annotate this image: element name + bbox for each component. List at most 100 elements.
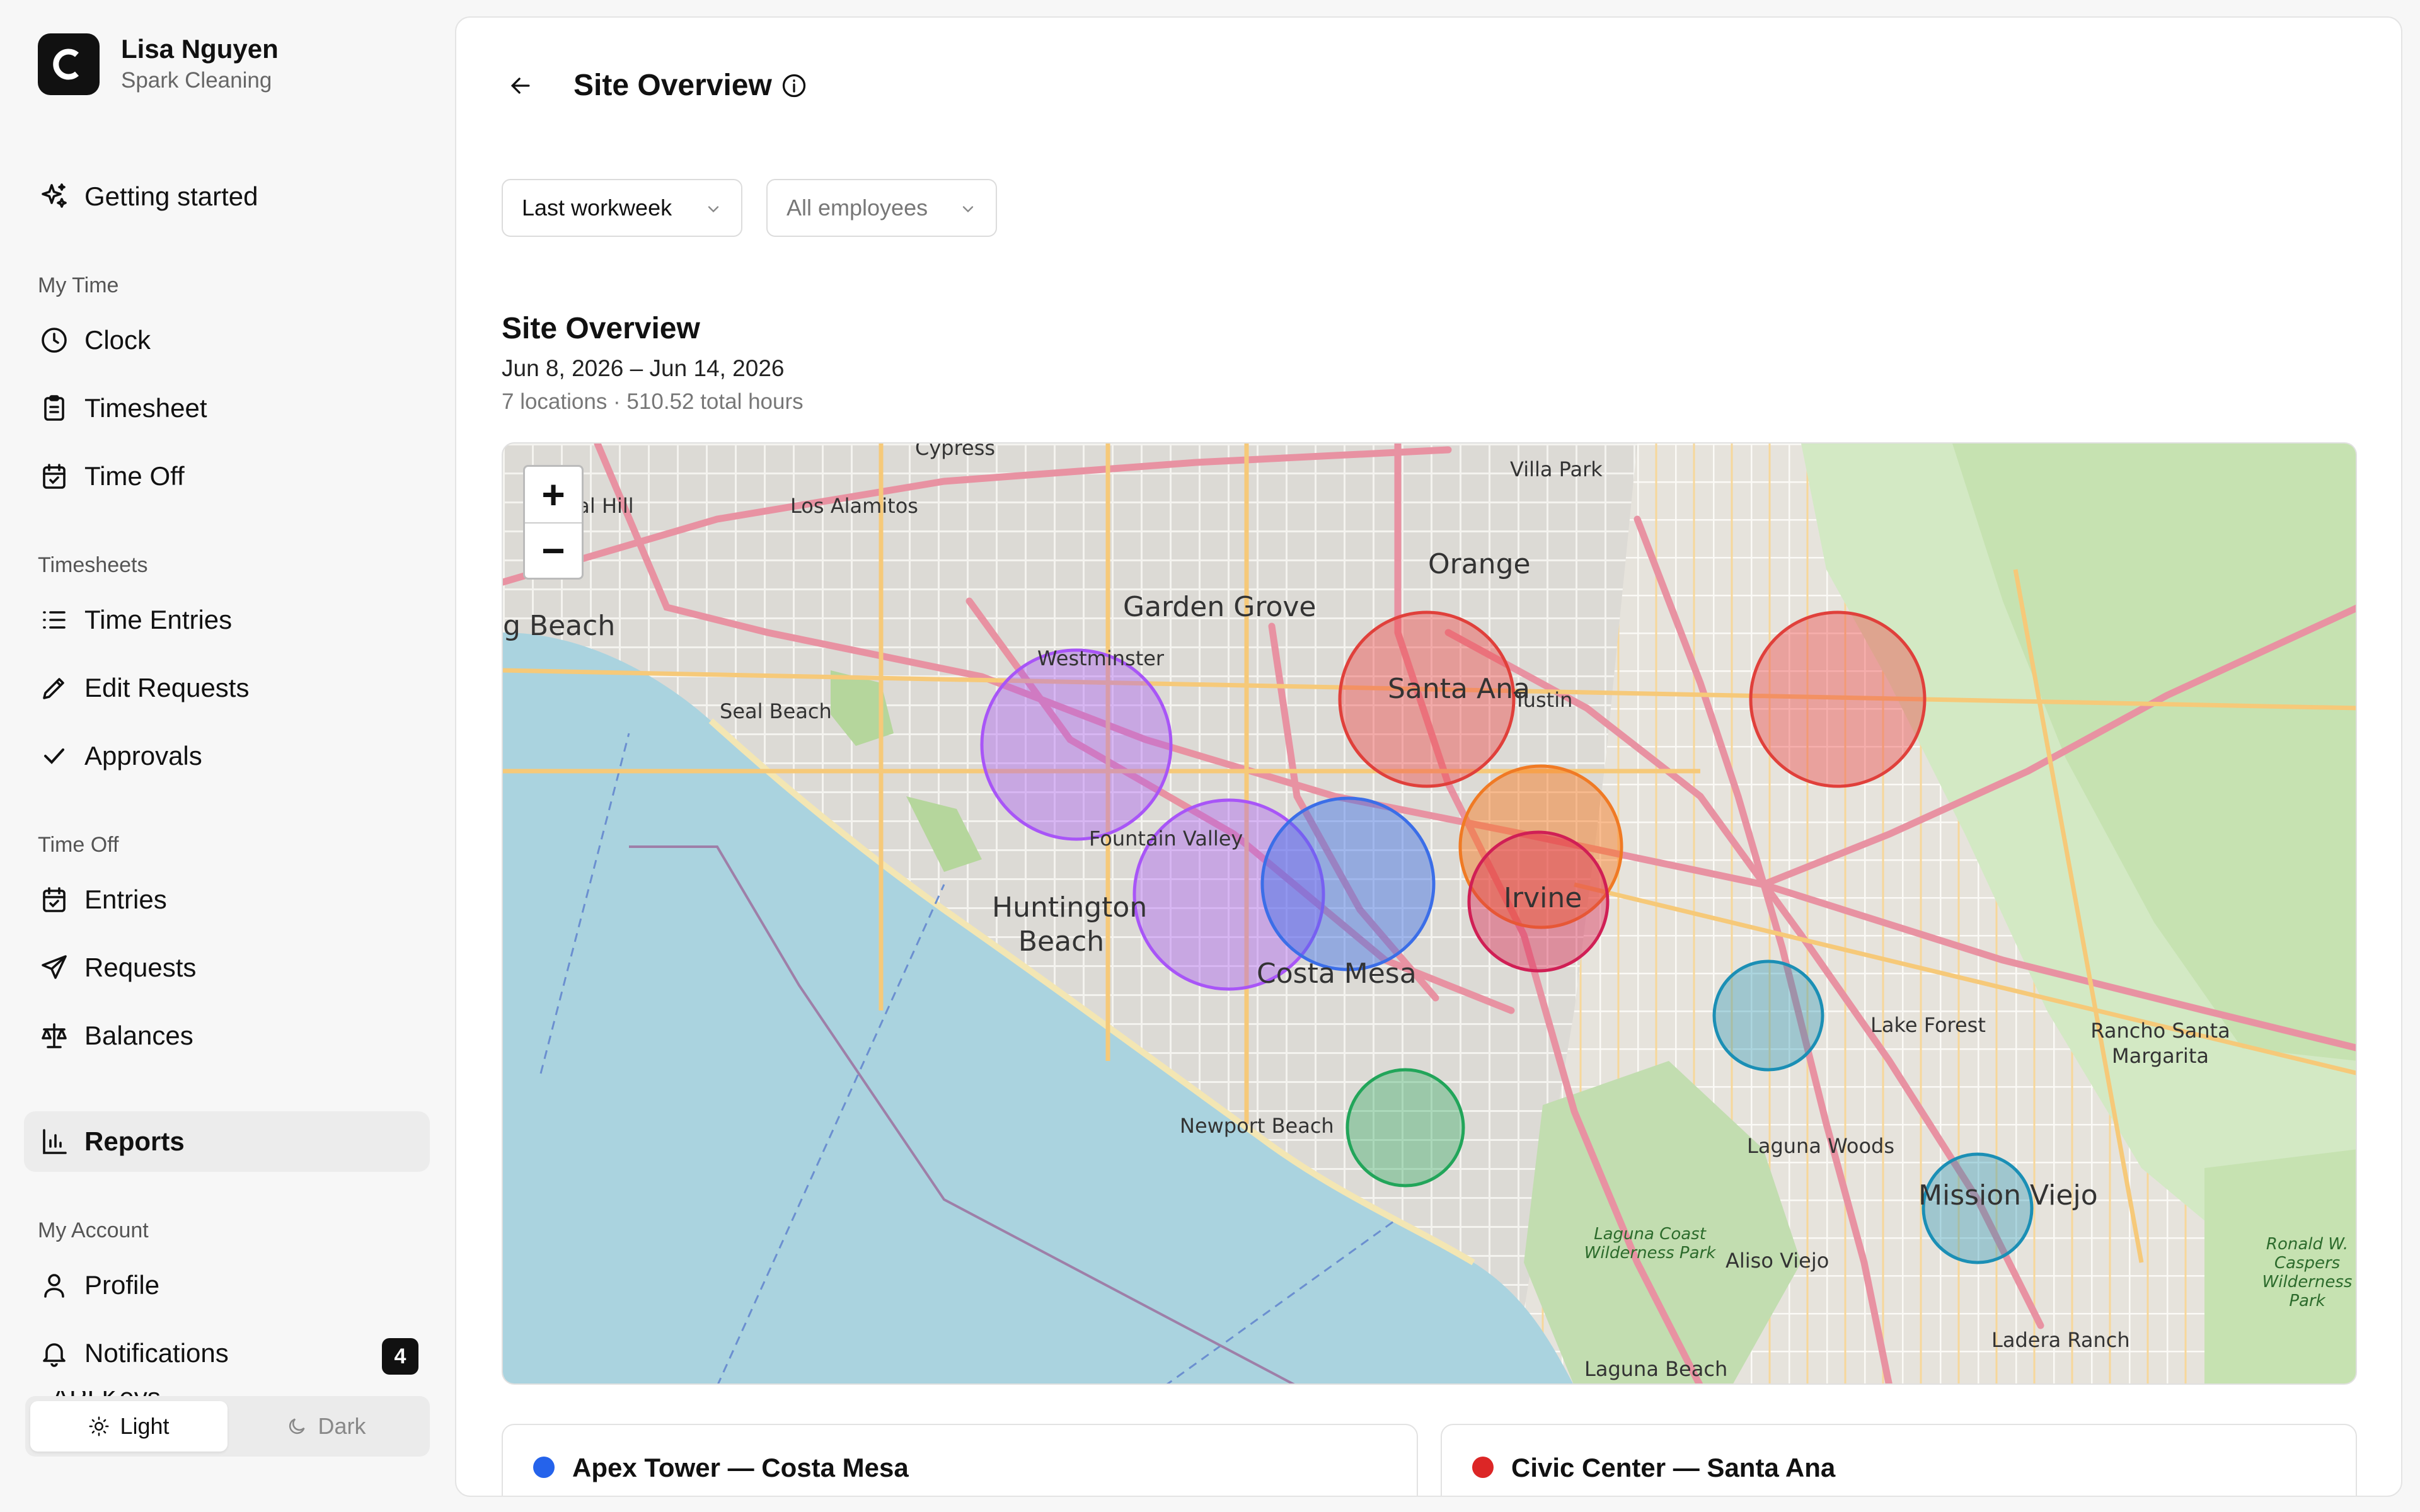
send-icon <box>38 951 71 984</box>
map-label-seal-beach: Seal Beach <box>720 699 832 723</box>
list-icon <box>38 604 71 636</box>
location-card[interactable]: Apex Tower — Costa Mesa <box>502 1424 1418 1496</box>
map-label-laguna-woods: Laguna Woods <box>1747 1134 1894 1158</box>
nav-label: Approvals <box>84 741 202 770</box>
user-name: Lisa Nguyen <box>121 34 279 64</box>
nav-reports[interactable]: Reports <box>24 1111 430 1172</box>
map-label-irvine: Irvine <box>1504 882 1582 914</box>
nav-label: Balances <box>84 1021 193 1050</box>
map-label-ronald-park: Ronald W. Caspers Wilderness Park <box>2262 1235 2353 1310</box>
nav-time-off-requests[interactable]: Requests <box>24 937 430 998</box>
nav-notifications[interactable]: Notifications 4 <box>24 1323 430 1383</box>
bell-icon <box>38 1337 71 1370</box>
scale-icon <box>38 1019 71 1052</box>
org-switcher[interactable]: Lisa Nguyen Spark Cleaning <box>38 33 279 96</box>
location-color-dot <box>533 1457 555 1478</box>
nav-label: Timesheet <box>84 393 207 423</box>
map-label-aliso-viejo: Aliso Viejo <box>1726 1249 1829 1273</box>
location-name: Apex Tower — Costa Mesa <box>572 1453 909 1482</box>
sidebar: Lisa Nguyen Spark Cleaning Getting start… <box>0 0 454 1512</box>
map-label-tustin: Tustin <box>1514 688 1573 712</box>
marker-westminster[interactable] <box>980 648 1173 841</box>
clock-icon <box>38 324 71 357</box>
marker-lake-forest[interactable] <box>1712 959 1824 1072</box>
overview-title: Site Overview <box>502 312 700 345</box>
nav-time-entries[interactable]: Time Entries <box>24 590 430 650</box>
zoom-in-button[interactable]: + <box>525 467 582 522</box>
period-select-value: Last workweek <box>522 195 672 220</box>
chevron-down-icon <box>962 206 974 213</box>
main-panel: Site Overview Last workweek All employee… <box>455 16 2402 1497</box>
map-label-mission-viejo: Mission Viejo <box>1918 1179 2098 1211</box>
nav-getting-started[interactable]: Getting started <box>24 166 430 227</box>
arrow-left-icon <box>510 77 530 94</box>
map-label-villa-park: Villa Park <box>1510 457 1603 481</box>
employees-select-value: All employees <box>786 195 928 220</box>
page-title: Site Overview <box>573 69 772 102</box>
bar-chart-icon <box>38 1125 71 1158</box>
nav-label: Getting started <box>84 181 258 211</box>
calendar-check-icon <box>38 460 71 493</box>
nav-clock[interactable]: Clock <box>24 310 430 370</box>
map-label-huntington-beach: Huntington Beach <box>992 891 1148 958</box>
org-logo <box>38 33 100 95</box>
nav-profile[interactable]: Profile <box>24 1255 430 1315</box>
info-icon[interactable] <box>780 72 808 100</box>
chevron-down-icon <box>708 206 719 213</box>
map-label-cypress: Cypress <box>915 442 996 460</box>
nav-label: Notifications <box>84 1338 229 1368</box>
nav-label: Edit Requests <box>84 673 250 702</box>
check-icon <box>38 740 71 772</box>
zoom-out-button[interactable]: − <box>525 522 582 578</box>
pencil-icon <box>38 672 71 704</box>
company-name: Spark Cleaning <box>121 68 272 93</box>
nav-balances[interactable]: Balances <box>24 1005 430 1066</box>
map-label-garden-grove: Garden Grove <box>1123 591 1317 623</box>
nav-approvals[interactable]: Approvals <box>24 726 430 786</box>
map-label-costa-mesa: Costa Mesa <box>1257 958 1417 990</box>
back-button[interactable] <box>502 67 539 105</box>
nav-time-off-entries[interactable]: Entries <box>24 869 430 930</box>
employees-select[interactable]: All employees <box>766 179 997 237</box>
section-label-timesheets: Timesheets <box>38 553 148 577</box>
nav-label: Reports <box>84 1126 185 1156</box>
user-icon <box>38 1269 71 1302</box>
location-card[interactable]: Civic Center — Santa Ana <box>1441 1424 2357 1496</box>
clipboard-icon <box>38 392 71 425</box>
map-label-newport-beach: Newport Beach <box>1180 1114 1334 1138</box>
map-label-los-alamitos: Los Alamitos <box>790 494 918 518</box>
map-label-santa-ana: Santa Ana <box>1388 673 1530 705</box>
nav-edit-requests[interactable]: Edit Requests <box>24 658 430 718</box>
moon-icon <box>289 1418 306 1435</box>
section-label-my-time: My Time <box>38 273 119 297</box>
map-marker-layer <box>980 610 1824 1188</box>
map-label-laguna-beach: Laguna Beach <box>1584 1357 1728 1381</box>
map-label-orange: Orange <box>1428 548 1531 580</box>
location-color-dot <box>1472 1457 1494 1478</box>
marker-costa-mesa[interactable] <box>1260 796 1436 971</box>
nav-label: Entries <box>84 885 167 914</box>
period-select[interactable]: Last workweek <box>502 179 742 237</box>
location-name: Civic Center — Santa Ana <box>1511 1453 1836 1482</box>
marker-newport-beach[interactable] <box>1345 1068 1465 1188</box>
site-map[interactable]: Orange Garden Grove Santa Ana Westminste… <box>502 442 2357 1385</box>
nav-label: Time Entries <box>84 605 233 634</box>
map-label-laguna-park: Laguna Coast Wilderness Park <box>1584 1225 1716 1263</box>
nav-label: Clock <box>84 325 151 355</box>
theme-light-label: Light <box>120 1413 170 1439</box>
map-label-long-beach: g Beach <box>503 610 616 642</box>
sun-icon <box>89 1416 109 1436</box>
overview-date-range: Jun 8, 2026 – Jun 14, 2026 <box>502 355 785 381</box>
map-label-ladera-ranch: Ladera Ranch <box>1991 1328 2130 1352</box>
nav-time-off[interactable]: Time Off <box>24 446 430 507</box>
theme-dark-label: Dark <box>318 1413 366 1439</box>
section-label-my-account: My Account <box>38 1218 149 1242</box>
theme-dark-button[interactable]: Dark <box>228 1401 425 1452</box>
nav-timesheet[interactable]: Timesheet <box>24 378 430 438</box>
sparkles-icon <box>38 180 71 213</box>
calendar-check-icon <box>38 883 71 916</box>
notifications-badge: 4 <box>382 1338 418 1375</box>
theme-light-button[interactable]: Light <box>30 1401 228 1452</box>
theme-toggle: Light Dark <box>25 1396 430 1457</box>
map-label-rancho-santa-margarita: Rancho Santa Margarita <box>2090 1019 2230 1068</box>
